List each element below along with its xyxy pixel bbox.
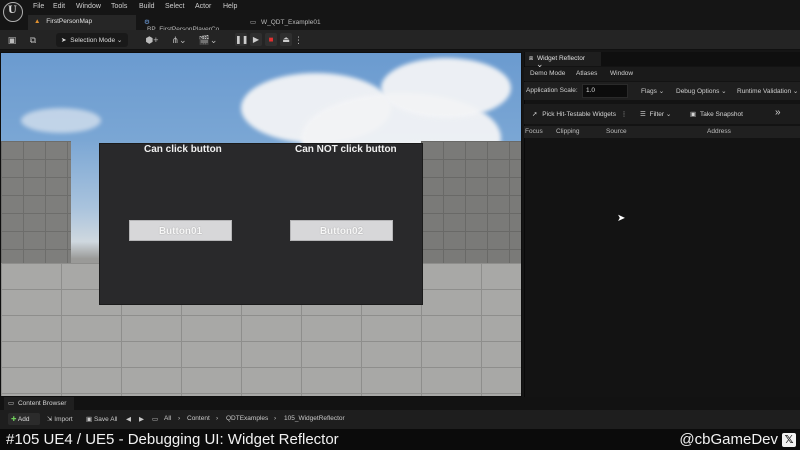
pick-widgets-label: Pick Hit-Testable Widgets (542, 111, 616, 118)
can-click-label: Can click button (144, 144, 222, 155)
pick-widgets-button[interactable]: ➚ Pick Hit-Testable Widgets ⋮ (532, 110, 627, 118)
flags-label: Flags (641, 88, 657, 95)
take-snapshot-button[interactable]: ▣ Take Snapshot (690, 110, 743, 118)
breadcrumb-content[interactable]: Content (187, 415, 210, 422)
chevron-down-icon: ⌄ (116, 37, 123, 44)
menu-actor[interactable]: Actor (195, 3, 211, 10)
save-all-button[interactable]: ▣ Save All (86, 415, 117, 423)
column-focus[interactable]: Focus (525, 128, 543, 135)
import-button[interactable]: ⇲ Import (47, 415, 73, 423)
menu-edit[interactable]: Edit (53, 3, 65, 10)
column-address[interactable]: Address (707, 128, 731, 135)
author-handle: @cbGameDev (679, 431, 778, 448)
content-browser-tab[interactable]: ▭ Content Browser (4, 397, 74, 410)
cursor-icon: ➤ (61, 37, 67, 44)
widget-reflector-tab[interactable]: ⧈ Widget Reflector ✕ (525, 52, 601, 71)
content-browser-label: Content Browser (17, 400, 67, 407)
application-scale-input[interactable]: 1.0 (582, 84, 628, 98)
import-label: Import (54, 416, 73, 423)
selection-mode-dropdown[interactable]: ➤ Selection Mode ⌄ (56, 33, 128, 47)
unreal-logo-icon[interactable]: U (3, 2, 23, 22)
tab-w-qdt-example01[interactable]: ▭ W_QDT_Example01 (244, 15, 334, 30)
widget-icon: ▭ (250, 19, 257, 26)
blueprint-icon: ⚙ (144, 19, 150, 26)
pointer-icon: ➚ (532, 111, 538, 118)
history-forward-icon[interactable]: ▶ (139, 415, 144, 423)
menu-window[interactable]: Window (76, 3, 101, 10)
runtime-validation-label: Runtime Validation (737, 88, 792, 95)
import-icon: ⇲ (47, 416, 53, 423)
snapshot-icon: ▣ (690, 111, 697, 118)
menu-help[interactable]: Help (223, 3, 237, 10)
eject-button[interactable]: ⏏ (280, 33, 292, 46)
save-icon: ▣ (86, 416, 93, 423)
menu-build[interactable]: Build (139, 3, 155, 10)
content-browser-toolbar (0, 410, 800, 429)
more-options-icon: ⋮ (620, 111, 628, 118)
filter-icon: ☰ (640, 111, 646, 118)
menu-file[interactable]: File (33, 3, 44, 10)
menu-atlases[interactable]: Atlases (576, 70, 597, 77)
blueprint-menu-icon[interactable]: ⋔⌄ (170, 34, 188, 46)
button01[interactable]: Button01 (129, 220, 232, 241)
column-clipping[interactable]: Clipping (556, 128, 580, 135)
menu-demo-mode[interactable]: Demo Mode (530, 70, 565, 77)
pause-button[interactable]: ❚❚ (235, 33, 248, 46)
content-icon[interactable]: ⧉ (27, 34, 39, 46)
cinematics-icon[interactable]: 🎬⌄ (198, 34, 218, 46)
breadcrumb-qdtexamples[interactable]: QDTExamples (226, 415, 268, 422)
folder-icon: ▭ (8, 400, 15, 407)
widget-panel: Can click button Can NOT click button Bu… (99, 143, 423, 305)
selection-mode-label: Selection Mode (70, 37, 116, 44)
snapshot-label: Take Snapshot (699, 111, 743, 118)
tab-first-person-map[interactable]: ▲ FirstPersonMap (28, 15, 136, 30)
menu-tools[interactable]: Tools (111, 3, 127, 10)
video-title: #105 UE4 / UE5 - Debugging UI: Widget Re… (6, 431, 339, 448)
plus-icon: ✚ (11, 416, 17, 423)
folder-path-icon: ▭ (152, 416, 159, 423)
more-options-icon[interactable]: ⋮ (294, 34, 303, 46)
filter-label: Filter (649, 111, 665, 118)
save-icon[interactable]: ▣ (6, 34, 18, 46)
menu-reflector-window[interactable]: Window (610, 70, 633, 77)
x-logo-icon: 𝕏 (782, 433, 796, 447)
level-icon: ▲ (34, 18, 41, 25)
tab-bp-first-person-player[interactable]: ⚙ BP_FirstPersonPlayerCo... (138, 15, 238, 33)
application-scale-label: Application Scale: (526, 87, 578, 94)
breadcrumb-105-widgetreflector[interactable]: 105_WidgetReflector (284, 415, 345, 422)
filter-button[interactable]: ☰ Filter ⌄ (640, 110, 671, 118)
tab-label: FirstPersonMap (46, 18, 93, 25)
debug-options-dropdown[interactable]: Debug Options ⌄ (676, 87, 727, 95)
save-all-label: Save All (93, 416, 118, 423)
runtime-validation-dropdown[interactable]: Runtime Validation ⌄ (737, 87, 798, 95)
expand-toolbar-icon[interactable]: » (775, 107, 781, 118)
step-button[interactable]: ▶ (250, 33, 262, 46)
column-source[interactable]: Source (606, 128, 627, 135)
breadcrumb-all[interactable]: All (164, 415, 171, 422)
history-back-icon[interactable]: ◀ (126, 415, 131, 423)
button02[interactable]: Button02 (290, 220, 393, 241)
flags-dropdown[interactable]: Flags ⌄ (641, 87, 664, 95)
stop-button[interactable]: ■ (265, 33, 277, 46)
add-button[interactable]: ✚ Add (8, 413, 40, 425)
add-label: Add (17, 416, 30, 423)
content-browser-tab-strip (0, 397, 800, 410)
reflector-icon: ⧈ (529, 55, 534, 62)
reflector-tab-label: Widget Reflector (536, 55, 585, 62)
debug-options-label: Debug Options (676, 88, 720, 95)
menu-select[interactable]: Select (165, 3, 184, 10)
add-actor-icon[interactable]: ⬢+ (143, 34, 161, 46)
tab-label: W_QDT_Example01 (260, 19, 321, 26)
cannot-click-label: Can NOT click button (295, 144, 397, 155)
